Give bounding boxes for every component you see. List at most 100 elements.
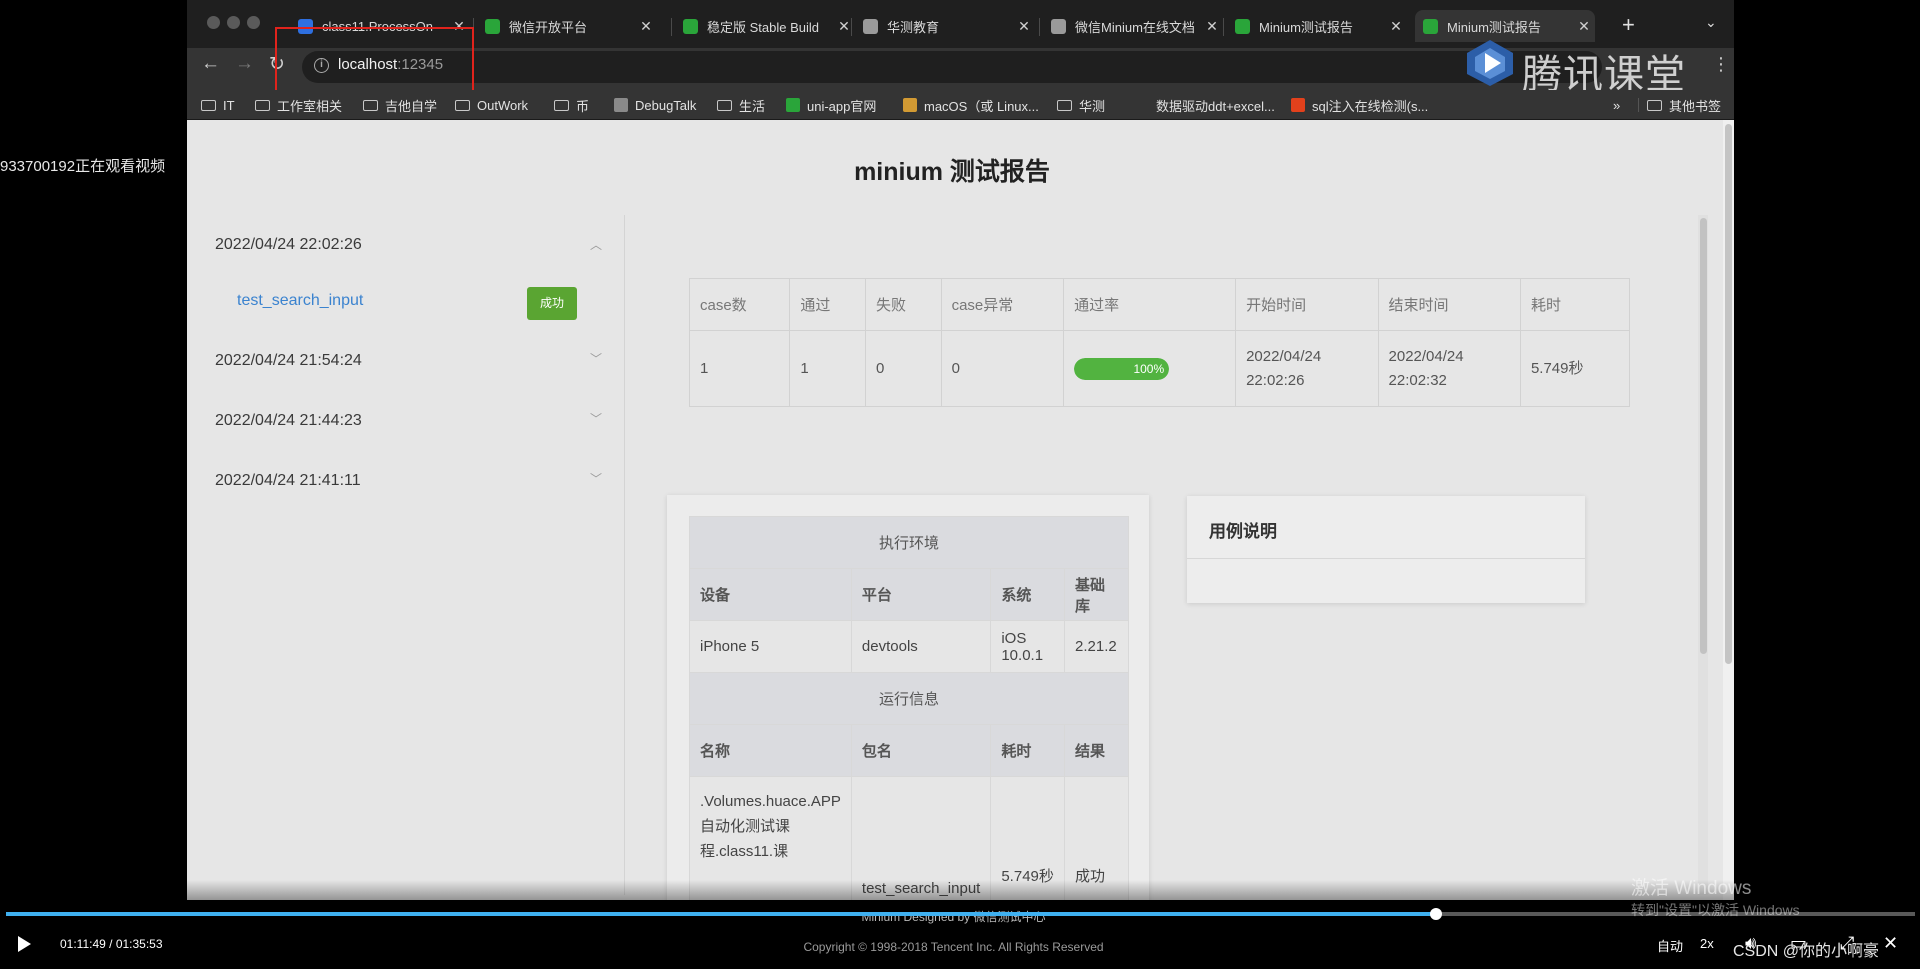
video-progress-handle[interactable] (1430, 908, 1442, 920)
run-header-name: 名称 (689, 724, 852, 777)
bookmarks-divider (1638, 98, 1639, 112)
header-start-time: 开始时间 (1235, 278, 1379, 331)
sidebar-run-2[interactable]: 2022/04/24 21:54:24 (215, 352, 362, 370)
video-time: 01:11:49 / 01:35:53 (60, 937, 163, 951)
bookmark-item[interactable]: macOS（或 Linux... (903, 90, 1039, 120)
tab-title: 微信开放平台 (509, 19, 588, 35)
tab-separator (1223, 18, 1224, 36)
favicon-icon (683, 18, 698, 34)
bookmark-item[interactable]: 华测 (1057, 90, 1105, 120)
bookmark-label: macOS（或 Linux... (924, 98, 1039, 114)
bookmark-label: 数据驱动ddt+excel... (1156, 98, 1275, 114)
pass-rate-fill: 100% (1074, 357, 1170, 380)
env-sdk: 2.21.2 (1064, 620, 1129, 673)
environment-table: 执行环境 设备 平台 系统 基础库 iPhone 5 devtools iOS … (689, 516, 1129, 900)
forward-arrow-icon[interactable]: → (235, 53, 254, 75)
folder-icon (201, 99, 216, 111)
pass-rate-bar: 100% (1074, 357, 1170, 380)
bookmark-item[interactable]: 工作室相关 (255, 90, 342, 120)
tab-separator (851, 18, 852, 36)
chevron-down-icon[interactable]: ﹀ (590, 350, 602, 367)
browser-tab[interactable]: 华测教育 ✕ (855, 10, 1035, 42)
speed-selector[interactable]: 2x (1700, 936, 1714, 951)
folder-icon (1057, 99, 1072, 111)
folder-icon (363, 99, 378, 111)
bookmark-item[interactable]: sql注入在线检测(s... (1291, 90, 1428, 120)
tab-separator (1039, 18, 1040, 36)
bookmarks-overflow-icon[interactable]: » (1613, 90, 1620, 120)
sidebar-run-4[interactable]: 2022/04/24 21:41:11 (215, 472, 361, 490)
bookmark-label: 币 (576, 98, 590, 114)
failed-count: 0 (864, 330, 942, 407)
sidebar-run-3[interactable]: 2022/04/24 21:44:23 (215, 412, 362, 430)
browser-window: class11.ProcessOn ✕ 微信开放平台 ✕ 稳定版 Stable Buil… (187, 0, 1734, 900)
close-tab-icon[interactable]: ✕ (635, 18, 657, 35)
bookmark-favicon-icon (1291, 98, 1305, 112)
case-count: 1 (688, 330, 791, 407)
case-link[interactable]: test_search_input (237, 292, 363, 310)
bookmark-item[interactable]: 吉他自学 (363, 90, 437, 120)
duration: 5.749秒 (1519, 330, 1631, 407)
windows-activation-hint: 转到"设置"以激活 Windows (1631, 902, 1800, 918)
new-tab-button[interactable]: + (1622, 12, 1635, 38)
browser-tab[interactable]: 微信开放平台 ✕ (477, 10, 657, 42)
favicon-icon (1423, 18, 1438, 34)
header-duration: 耗时 (1519, 278, 1631, 331)
bookmark-item[interactable]: IT (201, 90, 235, 120)
bookmark-item[interactable]: 生活 (717, 90, 765, 120)
bookmark-label: DebugTalk (635, 97, 697, 113)
page-scrollbar-thumb[interactable] (1725, 124, 1732, 664)
run-header-result: 结果 (1064, 724, 1129, 777)
header-pass-rate: 通过率 (1063, 278, 1237, 331)
card-divider (1187, 558, 1585, 559)
tab-title: Minium测试报告 (1447, 19, 1541, 35)
report-footer-copyright: Copyright © 1998-2018 Tencent Inc. All R… (803, 940, 1104, 954)
summary-table: case数 通过 失败 case异常 通过率 开始时间 结束时间 耗时 1 1 … (688, 278, 1631, 407)
window-close-dot[interactable] (207, 16, 220, 29)
sidebar-run-1[interactable]: 2022/04/24 22:02:26 (215, 236, 362, 254)
bookmark-favicon-icon (786, 98, 800, 112)
summary-row: 1 1 0 0 100% 2022/04/24 22:02:26 2022/04/… (688, 330, 1631, 407)
close-tab-icon[interactable]: ✕ (1573, 18, 1595, 35)
bookmark-item[interactable]: 币 (554, 90, 589, 120)
header-failed: 失败 (864, 278, 942, 331)
browser-tab[interactable]: 稳定版 Stable Build ✕ (675, 10, 855, 42)
bookmark-label: uni-app官网 (807, 98, 877, 114)
tab-search-icon[interactable]: ⌄ (1705, 14, 1717, 31)
close-icon[interactable]: ✕ (1883, 933, 1898, 954)
page-scrollbar[interactable] (1723, 120, 1734, 900)
play-icon[interactable] (18, 936, 31, 952)
page-title: minium 测试报告 (854, 158, 1050, 186)
csdn-watermark: CSDN @你的小啊豪 (1733, 943, 1880, 960)
bookmark-item[interactable]: uni-app官网 (786, 90, 876, 120)
quality-selector[interactable]: 自动 (1657, 936, 1683, 955)
back-arrow-icon[interactable]: ← (201, 53, 220, 75)
end-time-cell: 2022/04/24 22:02:32 (1377, 330, 1521, 407)
chevron-down-icon[interactable]: ﹀ (590, 470, 602, 487)
bookmark-favicon-icon (614, 98, 628, 112)
browser-menu-icon[interactable]: ⋮ (1712, 54, 1730, 75)
bookmark-label: sql注入在线检测(s... (1312, 98, 1429, 114)
close-tab-icon[interactable]: ✕ (1201, 18, 1223, 35)
folder-icon (455, 99, 470, 111)
browser-tab[interactable]: Minium测试报告 ✕ (1227, 10, 1407, 42)
browser-tab[interactable]: 微信Minium在线文档 ✕ (1043, 10, 1223, 42)
address-bar[interactable] (302, 51, 1602, 83)
content-scrollbar-thumb[interactable] (1700, 218, 1707, 654)
bookmark-label: 华测 (1079, 98, 1106, 114)
bookmark-label: 工作室相关 (277, 98, 343, 114)
close-tab-icon[interactable]: ✕ (1385, 18, 1407, 35)
sidebar-divider (624, 215, 625, 895)
close-tab-icon[interactable]: ✕ (1013, 18, 1035, 35)
tab-title: 稳定版 Stable Build (707, 19, 819, 35)
bookmark-item[interactable]: 数据驱动ddt+excel... (1156, 90, 1275, 120)
favicon-icon (1235, 18, 1250, 34)
bookmark-item[interactable]: DebugTalk (614, 90, 696, 120)
other-bookmarks[interactable]: 其他书签 (1647, 90, 1721, 120)
chevron-down-icon[interactable]: ﹀ (590, 410, 602, 427)
chevron-up-icon[interactable]: ︿ (590, 236, 602, 253)
window-zoom-dot[interactable] (247, 16, 260, 29)
bookmark-item[interactable]: OutWork (455, 90, 528, 120)
window-minimize-dot[interactable] (227, 16, 240, 29)
favicon-icon (1051, 18, 1066, 34)
